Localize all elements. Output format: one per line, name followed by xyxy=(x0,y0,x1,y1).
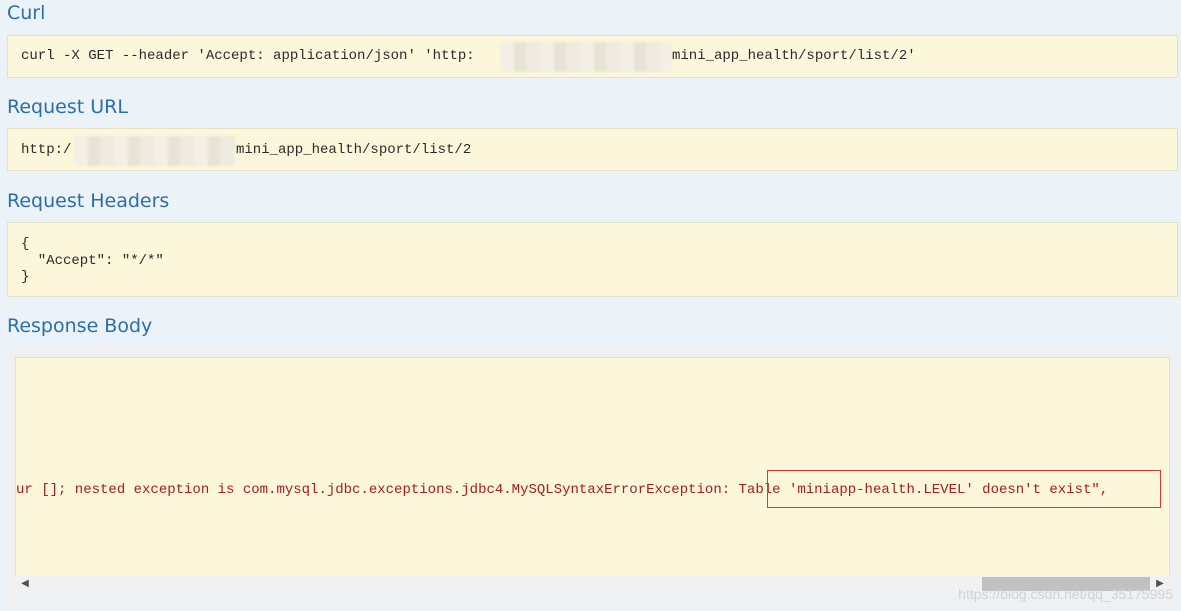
request-url-title: Request URL xyxy=(7,96,128,118)
headers-line: { xyxy=(21,236,30,252)
scroll-left-icon[interactable]: ◀ xyxy=(18,577,32,591)
curl-title: Curl xyxy=(7,2,46,24)
headers-line: } xyxy=(21,269,30,285)
request-url-suffix: mini_app_health/sport/list/2 xyxy=(236,142,472,158)
response-body-container: ur []; nested exception is com.mysql.jdb… xyxy=(7,345,1178,610)
curl-command-prefix: curl -X GET --header 'Accept: applicatio… xyxy=(21,48,475,64)
response-body-content[interactable]: ur []; nested exception is com.mysql.jdb… xyxy=(15,357,1170,577)
response-body-title: Response Body xyxy=(7,315,153,337)
watermark: https://blog.csdn.net/qq_35175995 xyxy=(958,586,1173,602)
curl-command-block: curl -X GET --header 'Accept: applicatio… xyxy=(7,35,1178,78)
request-url-block: http:/ mini_app_health/sport/list/2 xyxy=(7,128,1178,171)
highlight-annotation xyxy=(767,470,1161,508)
error-prefix: ur []; nested exception is com.mysql.jdb… xyxy=(16,482,739,498)
redacted-host xyxy=(500,42,672,72)
request-url-prefix: http:/ xyxy=(21,142,72,158)
curl-command-suffix: mini_app_health/sport/list/2' xyxy=(672,48,916,64)
redacted-host xyxy=(74,136,236,166)
request-headers-block: { "Accept": "*/*" } xyxy=(7,222,1178,297)
request-headers-title: Request Headers xyxy=(7,190,170,212)
headers-line: "Accept": "*/*" xyxy=(21,253,164,269)
